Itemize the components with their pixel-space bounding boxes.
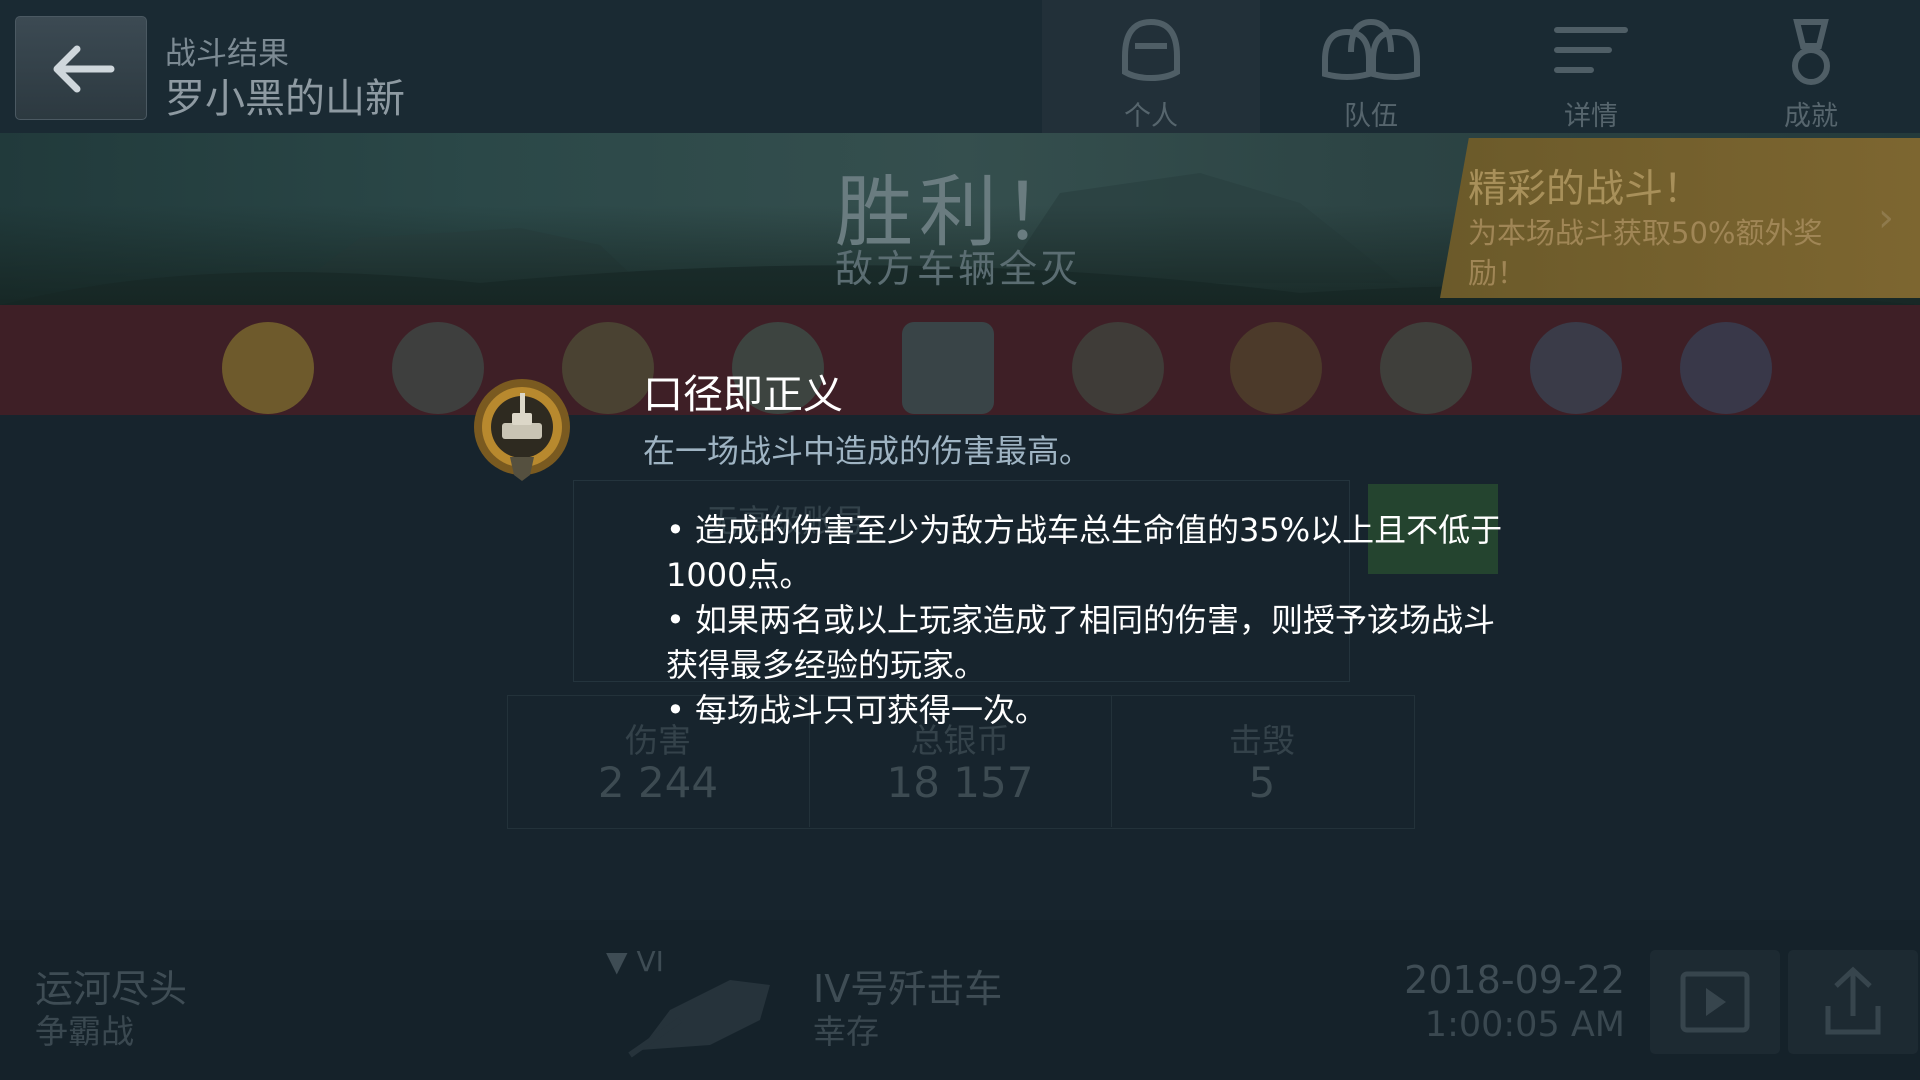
replay-button[interactable] — [1650, 950, 1780, 1054]
rule-item: • 造成的伤害至少为敌方战车总生命值的35%以上且不低于1000点。 — [666, 511, 1503, 594]
battle-date: 2018-09-22 — [1404, 958, 1625, 1002]
team-helmets-icon — [1322, 18, 1420, 80]
tab-label: 队伍 — [1344, 101, 1398, 132]
achievement-rules: • 造成的伤害至少为敌方战车总生命值的35%以上且不低于1000点。 • 如果两… — [666, 508, 1526, 733]
back-arrow-icon — [53, 45, 115, 93]
stat-damage-value: 2 244 — [597, 758, 719, 807]
stat-credits-value: 18 157 — [886, 758, 1034, 807]
mastery-badge-icon[interactable] — [222, 322, 314, 414]
rule-item: • 每场战斗只可获得一次。 — [666, 691, 1048, 729]
battle-mode: 争霸战 — [35, 1012, 134, 1051]
achievement-description: 在一场战斗中造成的伤害最高。 — [643, 432, 1092, 470]
tab-label: 成就 — [1784, 101, 1838, 132]
tank-destroyer-icon — [628, 980, 770, 1058]
person-helmet-icon — [1122, 18, 1180, 82]
achievement-medal-icon — [1792, 19, 1830, 85]
medal-icon[interactable] — [1072, 322, 1164, 414]
ribbon-medal-icon[interactable] — [1680, 322, 1772, 414]
promo-title: 精彩的战斗！ — [1468, 167, 1703, 212]
survival-status: 幸存 — [813, 1012, 879, 1051]
caliber-medal-icon — [474, 379, 570, 481]
share-button[interactable] — [1788, 950, 1918, 1054]
rule-item: • 如果两名或以上玩家造成了相同的伤害，则授予该场战斗获得最多经验的玩家。 — [666, 601, 1496, 684]
medal-icon[interactable] — [562, 322, 654, 414]
victory-subtitle: 敌方车辆全灭 — [835, 247, 1082, 291]
chevron-right-icon[interactable]: › — [1878, 195, 1894, 241]
tab-achievements[interactable]: 成就 — [1702, 0, 1920, 133]
achievement-title: 口径即正义 — [643, 372, 843, 418]
ribbon-medal-icon[interactable] — [1380, 322, 1472, 414]
tab-label: 详情 — [1564, 101, 1618, 132]
player-name: 罗小黑的山新 — [165, 76, 405, 122]
shield-medal-icon[interactable] — [902, 322, 994, 414]
film-play-icon — [1680, 971, 1750, 1033]
tab-details[interactable]: 详情 — [1482, 0, 1700, 133]
tab-personal[interactable]: 个人 — [1042, 0, 1260, 133]
details-lines-icon — [1554, 27, 1628, 73]
stat-kills-value: 5 — [1248, 758, 1276, 807]
tab-team[interactable]: 队伍 — [1262, 0, 1480, 133]
share-upload-icon — [1825, 966, 1881, 1035]
back-button[interactable] — [15, 16, 147, 120]
ribbon-medal-icon[interactable] — [1230, 322, 1322, 414]
promo-description: 为本场战斗获取50%额外奖励！ — [1468, 216, 1823, 290]
tab-label: 个人 — [1124, 101, 1178, 132]
battle-time: 1:00:05 AM — [1424, 1005, 1625, 1045]
ribbon-medal-icon[interactable] — [1530, 322, 1622, 414]
